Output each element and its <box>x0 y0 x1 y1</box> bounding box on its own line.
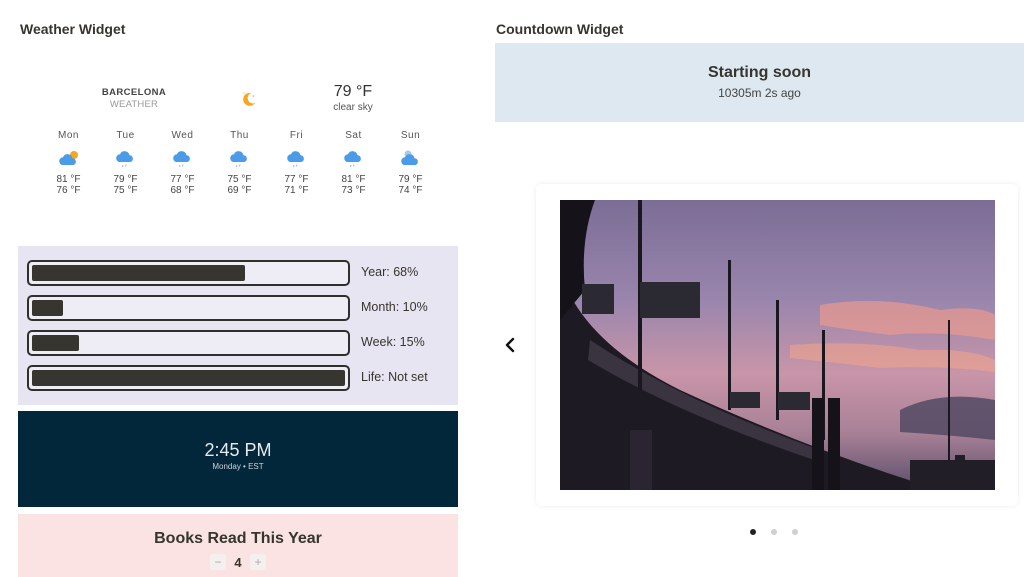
cloud-sun-icon <box>40 144 97 174</box>
forecast-row: Mon 81 °F 76 °F Tue 79 °F 75 °F Wed 77 °F 68 °F T… <box>40 130 439 196</box>
forecast-low: 71 °F <box>284 185 309 196</box>
forecast-day: Sun 79 °F 74 °F <box>382 130 439 196</box>
forecast-day: Mon 81 °F 76 °F <box>40 130 97 196</box>
countdown-elapsed: 10305m 2s ago <box>718 86 801 100</box>
forecast-day: Fri 77 °F 71 °F <box>268 130 325 196</box>
progress-bar <box>27 260 350 286</box>
clock-time: 2:45 PM <box>204 440 272 460</box>
weather-subtitle: WEATHER <box>109 99 159 110</box>
forecast-low: 75 °F <box>113 185 138 196</box>
forecast-high: 77 °F <box>170 174 195 185</box>
chevron-left-icon <box>505 337 515 353</box>
forecast-day: Sat 81 °F 73 °F <box>325 130 382 196</box>
forecast-low: 69 °F <box>227 185 252 196</box>
cloud-rain-icon <box>268 144 325 174</box>
progress-row: Life: Not set <box>27 365 447 391</box>
cloud-rain-icon <box>211 144 268 174</box>
current-temp: 79 °F <box>333 83 373 100</box>
countdown-widget: Starting soon 10305m 2s ago <box>495 43 1024 122</box>
forecast-low: 68 °F <box>170 185 195 196</box>
weather-widget: BARCELONA WEATHER 79 °F clear sky Mon 81 … <box>18 60 458 220</box>
progress-bar <box>27 295 350 321</box>
progress-fill <box>32 265 245 281</box>
forecast-low: 73 °F <box>341 185 366 196</box>
progress-label: Month: 10% <box>361 300 428 314</box>
forecast-high: 81 °F <box>56 174 81 185</box>
carousel-image <box>560 200 995 490</box>
forecast-day-name: Thu <box>230 130 249 141</box>
progress-label: Life: Not set <box>361 370 428 384</box>
forecast-low: 74 °F <box>398 185 423 196</box>
forecast-day-name: Fri <box>289 130 304 141</box>
forecast-high: 77 °F <box>284 174 309 185</box>
forecast-high: 79 °F <box>113 174 138 185</box>
cloud-rain-icon <box>97 144 154 174</box>
progress-label: Week: 15% <box>361 335 425 349</box>
carousel-prev-button[interactable] <box>500 334 520 356</box>
cloud-moon-icon <box>382 144 439 174</box>
progress-widget: Year: 68% Month: 10% Week: 15% Life: Not se… <box>18 246 458 405</box>
countdown-widget-title: Countdown Widget <box>496 21 624 37</box>
carousel-dot[interactable] <box>750 529 756 535</box>
clock-widget: 2:45 PM Monday • EST <box>18 411 458 507</box>
books-title: Books Read This Year <box>154 530 322 547</box>
progress-row: Month: 10% <box>27 295 447 321</box>
weather-location: BARCELONA WEATHER <box>88 87 180 110</box>
progress-row: Year: 68% <box>27 260 447 286</box>
cloud-rain-icon <box>325 144 382 174</box>
progress-row: Week: 15% <box>27 330 447 356</box>
increment-button[interactable]: + <box>250 554 266 570</box>
forecast-day: Thu 75 °F 69 °F <box>211 130 268 196</box>
carousel-dot[interactable] <box>792 529 798 535</box>
current-weather: 79 °F clear sky <box>318 83 388 113</box>
forecast-day-name: Tue <box>116 130 135 141</box>
books-count: 4 <box>234 554 242 570</box>
carousel-slide <box>536 184 1018 506</box>
progress-fill <box>32 300 64 316</box>
carousel-dot[interactable] <box>771 529 777 535</box>
forecast-low: 76 °F <box>56 185 81 196</box>
forecast-high: 75 °F <box>227 174 252 185</box>
moon-icon <box>240 90 258 108</box>
decrement-button[interactable]: − <box>210 554 226 570</box>
cloud-rain-icon <box>154 144 211 174</box>
progress-fill <box>32 370 345 386</box>
books-widget: Books Read This Year − 4 + <box>18 514 458 577</box>
forecast-day-name: Sun <box>400 130 421 141</box>
forecast-high: 79 °F <box>398 174 423 185</box>
forecast-day: Tue 79 °F 75 °F <box>97 130 154 196</box>
current-desc: clear sky <box>333 102 373 113</box>
forecast-day-name: Wed <box>171 130 194 141</box>
forecast-high: 81 °F <box>341 174 366 185</box>
forecast-day: Wed 77 °F 68 °F <box>154 130 211 196</box>
forecast-day-name: Mon <box>58 130 79 141</box>
progress-bar <box>27 365 350 391</box>
progress-fill <box>32 335 79 351</box>
books-stepper: − 4 + <box>18 554 458 570</box>
clock-subtitle: Monday • EST <box>212 462 264 471</box>
countdown-heading: Starting soon <box>707 64 812 81</box>
progress-bar <box>27 330 350 356</box>
weather-widget-title: Weather Widget <box>20 21 126 37</box>
carousel-dots <box>750 529 798 535</box>
city-name: BARCELONA <box>101 87 167 98</box>
forecast-day-name: Sat <box>345 130 362 141</box>
progress-label: Year: 68% <box>361 265 419 279</box>
